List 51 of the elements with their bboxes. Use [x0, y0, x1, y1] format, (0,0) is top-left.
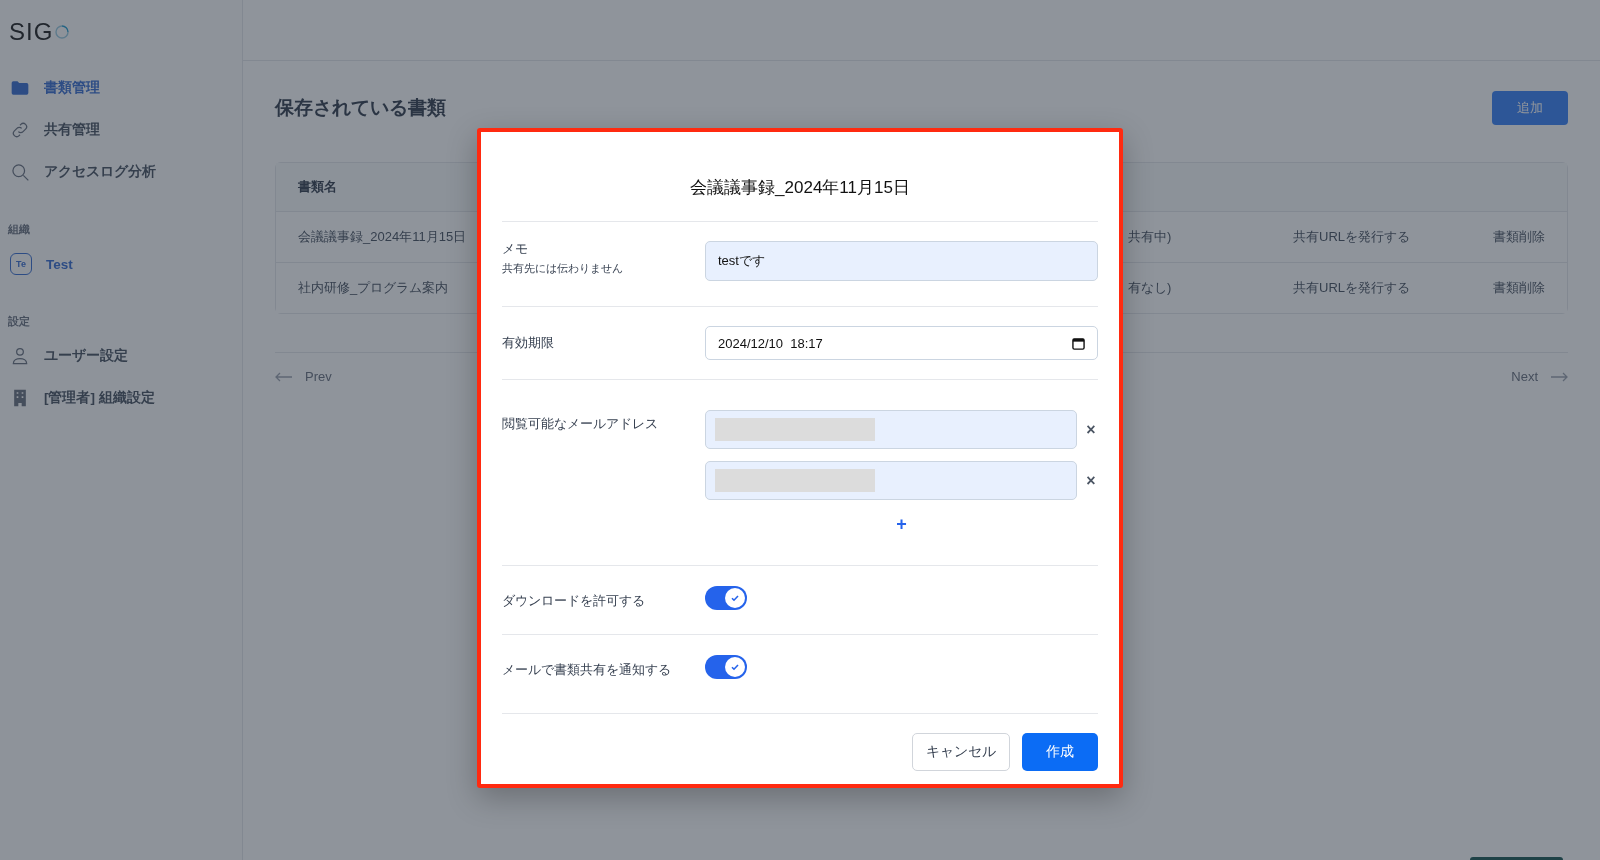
- create-button[interactable]: 作成: [1022, 733, 1098, 771]
- delete-link[interactable]: 書類削除: [1493, 279, 1545, 297]
- nav-item[interactable]: Te Test: [8, 243, 234, 285]
- toggle-switch[interactable]: [705, 586, 747, 610]
- logo-text: SIG: [9, 18, 54, 46]
- nav-item[interactable]: [管理者] 組織設定: [8, 377, 234, 419]
- user-icon: [10, 346, 30, 366]
- check-icon: [730, 662, 740, 672]
- calendar-icon: [1072, 336, 1085, 350]
- org-badge: Te: [10, 253, 32, 275]
- link-icon: [10, 120, 30, 140]
- section-heading: 組織: [8, 223, 31, 237]
- remove-button[interactable]: ×: [1084, 420, 1098, 439]
- remove-button[interactable]: ×: [1084, 471, 1098, 490]
- nav-item[interactable]: 共有管理: [8, 109, 234, 151]
- date-field[interactable]: 2024/12/10 18:17: [705, 326, 1098, 360]
- dialog-title: 会議議事録_2024年11月15日: [502, 162, 1098, 222]
- next-link[interactable]: Next: [1511, 369, 1568, 384]
- field-label: メモ: [502, 241, 529, 258]
- nav-item[interactable]: 書類管理: [8, 67, 234, 109]
- table-cell: 共有中): [1128, 228, 1172, 246]
- page-title: 保存されている書類: [275, 96, 446, 120]
- arrow-left-icon: [275, 371, 293, 382]
- nav-item[interactable]: ユーザー設定: [8, 335, 234, 377]
- toggle-label: ダウンロードを許可する: [502, 593, 646, 610]
- arrow-right-icon: [1550, 371, 1568, 382]
- field-label: 有効期限: [502, 334, 555, 352]
- table-cell: 社内研修_プログラム案内: [298, 279, 449, 297]
- email-field[interactable]: [705, 410, 1077, 449]
- table-cell: 会議議事録_2024年11月15日: [298, 228, 467, 246]
- add-button[interactable]: 追加: [1492, 91, 1568, 125]
- column-header: 書類名: [298, 178, 337, 196]
- delete-link[interactable]: 書類削除: [1493, 228, 1545, 246]
- logo-ring-icon: [53, 23, 72, 41]
- add-email-button[interactable]: +: [896, 514, 907, 535]
- nav-item[interactable]: アクセスログ分析: [8, 151, 234, 193]
- section-heading: 設定: [8, 315, 31, 329]
- prev-link[interactable]: Prev: [275, 369, 332, 384]
- memo-field[interactable]: testです: [705, 241, 1098, 281]
- email-field[interactable]: [705, 461, 1077, 500]
- folder-icon: [10, 78, 30, 98]
- table-cell: 有なし): [1128, 279, 1172, 297]
- share-url-link[interactable]: 共有URLを発行する: [1293, 228, 1493, 246]
- search-icon: [10, 162, 30, 182]
- share-url-link[interactable]: 共有URLを発行する: [1293, 279, 1493, 297]
- cancel-button[interactable]: キャンセル: [912, 733, 1010, 771]
- check-icon: [730, 593, 740, 603]
- field-label: 閲覧可能なメールアドレス: [502, 416, 659, 433]
- toggle-label: メールで書類共有を通知する: [502, 662, 672, 679]
- toggle-switch[interactable]: [705, 655, 747, 679]
- field-hint: 共有先には伝わりません: [502, 262, 624, 276]
